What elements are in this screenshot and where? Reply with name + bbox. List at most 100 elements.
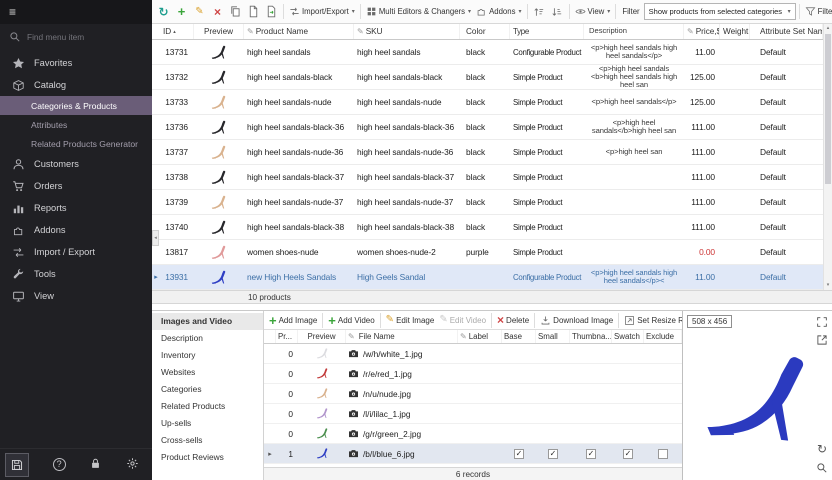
settings-button[interactable]: [126, 457, 139, 472]
table-row[interactable]: 13732high heel sandals-blackhigh heel sa…: [152, 65, 823, 90]
table-row[interactable]: 13817women shoes-nudewomen shoes-nude-2p…: [152, 240, 823, 265]
table-row[interactable]: 13739high heel sandals-nude-37high heel …: [152, 190, 823, 215]
filters-button[interactable]: Filters ▾: [803, 5, 832, 18]
column-header-file-name[interactable]: ✎File Name: [346, 330, 458, 343]
edit-image-button[interactable]: ✎Edit Image: [384, 314, 437, 326]
view-button[interactable]: View ▾: [573, 5, 613, 18]
image-row[interactable]: 0/w/h/white_1.jpg: [264, 344, 682, 364]
checkbox-base[interactable]: ✓: [514, 449, 524, 459]
sidebar-item-attributes[interactable]: Attributes: [0, 115, 152, 134]
sidebar-item-tools[interactable]: Tools: [0, 263, 152, 285]
sidebar-item-related-products-generator[interactable]: Related Products Generator: [0, 134, 152, 153]
column-header-attribute-set-name[interactable]: Attribute Set Name: [750, 24, 823, 39]
table-row[interactable]: ▸13931new High Heels SandalsHigh Geels S…: [152, 265, 823, 290]
cell-price: 111.00: [684, 222, 720, 232]
save-button[interactable]: [5, 453, 29, 477]
sidebar-item-catalog[interactable]: Catalog: [0, 74, 152, 96]
sidebar-item-customers[interactable]: Customers: [0, 153, 152, 175]
sidebar-item-reports[interactable]: Reports: [0, 197, 152, 219]
checkbox-exclude[interactable]: [658, 449, 668, 459]
fullscreen-button[interactable]: [815, 315, 829, 329]
add-image-button[interactable]: +Add Image: [267, 313, 319, 328]
column-header-base[interactable]: Base: [502, 330, 536, 343]
tab-inventory[interactable]: Inventory: [152, 347, 263, 364]
table-row[interactable]: 13740high heel sandals-black-38high heel…: [152, 215, 823, 240]
sort-descending-button[interactable]: [549, 3, 566, 21]
open-external-button[interactable]: [815, 333, 829, 347]
scroll-up-arrow[interactable]: ▴: [824, 24, 832, 33]
image-row[interactable]: 0/r/e/red_1.jpg: [264, 364, 682, 384]
lock-button[interactable]: [89, 457, 102, 472]
menu-icon[interactable]: ≡: [9, 5, 16, 19]
table-row[interactable]: 13738high heel sandals-black-37high heel…: [152, 165, 823, 190]
delete-product-button[interactable]: ×: [209, 3, 226, 21]
sidebar-item-orders[interactable]: Orders: [0, 175, 152, 197]
column-header-preview[interactable]: Preview: [298, 330, 346, 343]
sidebar-item-favorites[interactable]: Favorites: [0, 52, 152, 74]
tab-categories[interactable]: Categories: [152, 381, 263, 398]
sidebar-item-import-export[interactable]: Import / Export: [0, 241, 152, 263]
column-header-color[interactable]: Color: [460, 24, 510, 39]
column-header-weight[interactable]: Weight: [720, 24, 750, 39]
tab-cross-sells[interactable]: Cross-sells: [152, 432, 263, 449]
tab-websites[interactable]: Websites: [152, 364, 263, 381]
column-header-swatch[interactable]: Swatch: [612, 330, 644, 343]
checkbox-small[interactable]: ✓: [548, 449, 558, 459]
sidebar-item-addons[interactable]: Addons: [0, 219, 152, 241]
edit-product-button[interactable]: ✎: [191, 3, 208, 21]
table-row[interactable]: 13731high heel sandalshigh heel sandalsb…: [152, 40, 823, 65]
tab-up-sells[interactable]: Up-sells: [152, 415, 263, 432]
sidebar-item-view[interactable]: View: [0, 285, 152, 307]
scrollbar-thumb[interactable]: [825, 34, 831, 184]
column-header-pr[interactable]: Pr...: [276, 330, 298, 343]
column-header-description[interactable]: Description: [584, 24, 684, 39]
column-header-type[interactable]: Type: [510, 24, 584, 39]
export-grid-button[interactable]: [263, 3, 280, 21]
search-input[interactable]: [27, 32, 143, 42]
column-header-id[interactable]: ID▴: [160, 24, 194, 39]
checkbox-thumbnail[interactable]: ✓: [586, 449, 596, 459]
tab-product-reviews[interactable]: Product Reviews: [152, 449, 263, 466]
delete-image-button[interactable]: ×Delete: [495, 313, 531, 327]
panel-collapse-handle[interactable]: ◂: [152, 230, 159, 246]
scroll-down-arrow[interactable]: ▾: [824, 281, 832, 290]
import-export-button[interactable]: Import/Export ▾: [287, 5, 357, 18]
edit-video-button[interactable]: ✎Edit Video: [437, 314, 488, 326]
download-image-button[interactable]: Download Image: [538, 314, 615, 327]
checkbox-swatch[interactable]: ✓: [623, 449, 633, 459]
table-row[interactable]: 13733high heel sandals-nudehigh heel san…: [152, 90, 823, 115]
image-row[interactable]: 0/l/i/lilac_1.jpg: [264, 404, 682, 424]
refresh-preview-button[interactable]: ↻: [815, 442, 829, 456]
column-header-small[interactable]: Small: [536, 330, 570, 343]
vertical-scrollbar[interactable]: ▴ ▾: [823, 24, 832, 290]
sort-ascending-button[interactable]: [531, 3, 548, 21]
column-header-preview[interactable]: Preview: [194, 24, 244, 39]
column-header-exclude[interactable]: Exclude: [644, 330, 682, 343]
column-header-thumbna[interactable]: Thumbna...: [570, 330, 612, 343]
add-product-button[interactable]: +: [173, 3, 190, 21]
shoe-image: [315, 367, 330, 380]
column-header-price[interactable]: ✎Price,$: [684, 24, 720, 39]
duplicate-button[interactable]: [245, 3, 262, 21]
image-row[interactable]: 0/g/r/green_2.jpg: [264, 424, 682, 444]
tab-images-and-video[interactable]: Images and Video: [152, 313, 263, 330]
help-button[interactable]: ?: [53, 458, 66, 471]
add-video-button[interactable]: +Add Video: [326, 313, 376, 328]
column-header-sku[interactable]: ✎SKU: [354, 24, 460, 39]
column-header-product-name[interactable]: ✎Product Name: [244, 24, 354, 39]
table-row[interactable]: 13737high heel sandals-nude-36high heel …: [152, 140, 823, 165]
column-header-label[interactable]: ✎Label: [458, 330, 502, 343]
set-resize-rule-button[interactable]: Set Resize Rule▾: [622, 314, 682, 327]
refresh-button[interactable]: ↻: [155, 3, 172, 21]
tab-related-products[interactable]: Related Products: [152, 398, 263, 415]
sidebar-item-categories-products[interactable]: Categories & Products: [0, 96, 152, 115]
table-row[interactable]: 13736high heel sandals-black-36high heel…: [152, 115, 823, 140]
category-filter-select[interactable]: Show products from selected categories ▾: [644, 3, 796, 20]
copy-button[interactable]: [227, 3, 244, 21]
multi-editors-button[interactable]: Multi Editors & Changers ▾: [364, 5, 473, 18]
image-row[interactable]: ▸1/b/l/blue_6.jpg✓✓✓✓: [264, 444, 682, 464]
zoom-button[interactable]: [815, 461, 829, 475]
image-row[interactable]: 0/n/u/nude.jpg: [264, 384, 682, 404]
addons-button[interactable]: Addons ▾: [474, 5, 523, 18]
tab-description[interactable]: Description: [152, 330, 263, 347]
